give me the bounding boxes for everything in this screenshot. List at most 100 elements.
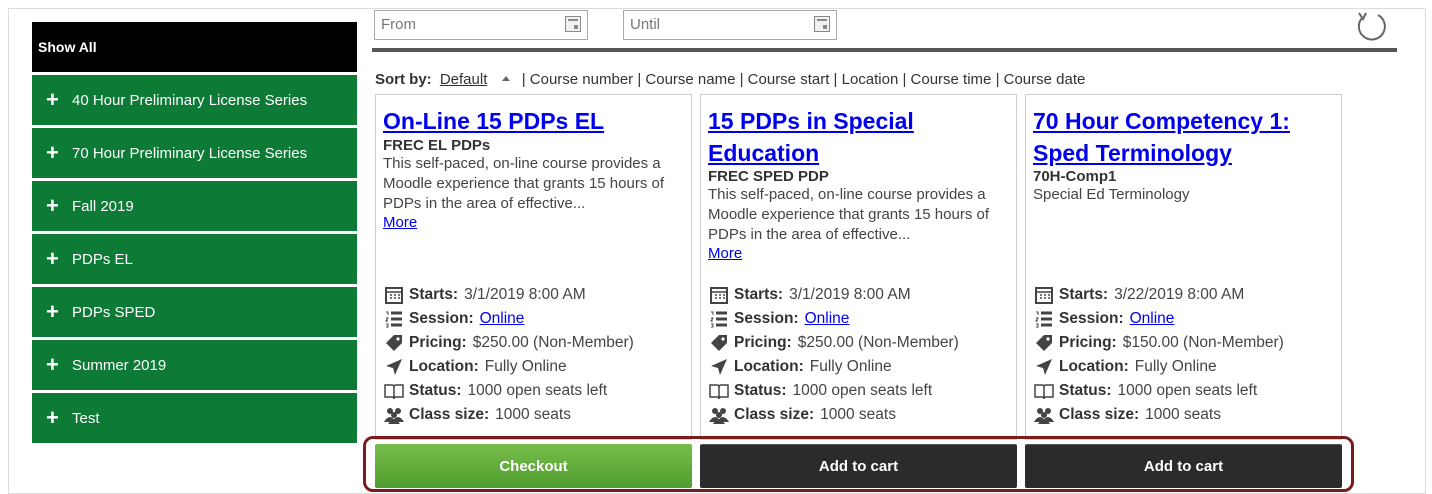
category-summer-2019[interactable]: + Summer 2019 (32, 340, 357, 390)
class-size-value: 1000 seats (820, 406, 896, 423)
calendar-icon[interactable] (565, 16, 581, 32)
session-link[interactable]: Online (805, 310, 850, 328)
course-code: FREC SPED PDP (708, 168, 829, 185)
session-label: Session: (1059, 310, 1124, 327)
plus-icon: + (46, 140, 59, 165)
course-details: Starts: 3/22/2019 8:00 AM Session: Online … (1033, 283, 1284, 427)
users-icon (1033, 406, 1055, 424)
show-all-button[interactable]: Show All (32, 22, 357, 72)
course-card: 15 PDPs in Special Education FREC SPED P… (700, 94, 1017, 440)
sort-options[interactable]: | Course number | Course name | Course s… (522, 71, 1086, 88)
category-label: 70 Hour Preliminary License Series (72, 144, 308, 162)
refresh-icon[interactable] (1354, 10, 1390, 44)
book-icon (1033, 382, 1055, 400)
category-pdps-sped[interactable]: + PDPs SPED (32, 287, 357, 337)
more-link[interactable]: More (708, 245, 1013, 262)
category-label: Test (72, 409, 100, 427)
tag-icon (708, 334, 730, 352)
calendar-icon[interactable] (814, 16, 830, 32)
tag-icon (383, 334, 405, 352)
tag-icon (1033, 334, 1055, 352)
category-70-hour[interactable]: + 70 Hour Preliminary License Series (32, 128, 357, 178)
category-label: Fall 2019 (72, 197, 134, 215)
class-size-value: 1000 seats (495, 406, 571, 423)
course-code: FREC EL PDPs (383, 137, 491, 154)
class-size-label: Class size: (734, 406, 815, 423)
sort-default-link[interactable]: Default (440, 71, 488, 88)
category-test[interactable]: + Test (32, 393, 357, 443)
plus-icon: + (46, 246, 59, 271)
course-title[interactable]: 70 Hour Competency 1: Sped Terminology (1033, 108, 1290, 166)
location-value: Fully Online (484, 358, 567, 375)
location-arrow-icon (1033, 358, 1055, 376)
course-details: Starts: 3/1/2019 8:00 AM Session: Online P… (383, 283, 634, 427)
filter-divider (372, 48, 1397, 52)
calendar-icon (708, 286, 730, 304)
book-icon (383, 382, 405, 400)
starts-value: 3/1/2019 8:00 AM (464, 286, 586, 303)
users-icon (708, 406, 730, 424)
pricing-value: $150.00 (Non-Member) (1122, 334, 1284, 351)
checkout-button[interactable]: Checkout (375, 444, 692, 488)
plus-icon: + (46, 405, 59, 430)
add-to-cart-button[interactable]: Add to cart (1025, 444, 1342, 488)
session-link[interactable]: Online (480, 310, 525, 328)
category-label: PDPs SPED (72, 303, 156, 321)
course-title-link[interactable]: On-Line 15 PDPs EL (383, 105, 683, 137)
course-card: 70 Hour Competency 1: Sped Terminology 7… (1025, 94, 1342, 440)
book-icon (708, 382, 730, 400)
location-value: Fully Online (1134, 358, 1217, 375)
starts-label: Starts: (734, 286, 784, 303)
category-label: Summer 2019 (72, 356, 167, 374)
starts-value: 3/22/2019 8:00 AM (1114, 286, 1245, 303)
category-40-hour[interactable]: + 40 Hour Preliminary License Series (32, 75, 357, 125)
category-sidebar: Show All + 40 Hour Preliminary License S… (32, 22, 357, 443)
pricing-label: Pricing: (734, 334, 792, 351)
plus-icon: + (46, 299, 59, 324)
status-value: 1000 open seats left (467, 382, 608, 399)
starts-label: Starts: (409, 286, 459, 303)
category-fall-2019[interactable]: + Fall 2019 (32, 181, 357, 231)
status-value: 1000 open seats left (792, 382, 933, 399)
pricing-value: $250.00 (Non-Member) (797, 334, 959, 351)
course-title-link[interactable]: 70 Hour Competency 1: Sped Terminology (1033, 105, 1333, 169)
session-link[interactable]: Online (1130, 310, 1175, 328)
sort-ascending-icon (501, 76, 510, 81)
until-date-field[interactable]: Until (623, 10, 837, 40)
course-details: Starts: 3/1/2019 8:00 AM Session: Online P… (708, 283, 959, 427)
status-label: Status: (734, 382, 787, 399)
location-label: Location: (1059, 358, 1129, 375)
from-date-field[interactable]: From (374, 10, 588, 40)
class-size-value: 1000 seats (1145, 406, 1221, 423)
course-title[interactable]: 15 PDPs in Special Education (708, 108, 914, 166)
add-to-cart-button[interactable]: Add to cart (700, 444, 1017, 488)
category-pdps-el[interactable]: + PDPs EL (32, 234, 357, 284)
course-title-link[interactable]: 15 PDPs in Special Education (708, 105, 1008, 169)
status-label: Status: (409, 382, 462, 399)
pricing-label: Pricing: (1059, 334, 1117, 351)
location-arrow-icon (383, 358, 405, 376)
session-label: Session: (409, 310, 474, 327)
sort-bar: Sort by: Default | Course number | Cours… (375, 71, 1085, 88)
location-label: Location: (409, 358, 479, 375)
category-label: 40 Hour Preliminary License Series (72, 91, 308, 109)
location-label: Location: (734, 358, 804, 375)
pricing-value: $250.00 (Non-Member) (472, 334, 634, 351)
class-size-label: Class size: (409, 406, 490, 423)
course-code: 70H-Comp1 (1033, 168, 1117, 185)
from-placeholder: From (381, 16, 416, 33)
starts-value: 3/1/2019 8:00 AM (789, 286, 911, 303)
category-label: PDPs EL (72, 250, 133, 268)
class-size-label: Class size: (1059, 406, 1140, 423)
calendar-icon (383, 286, 405, 304)
more-link[interactable]: More (383, 214, 688, 231)
plus-icon: + (46, 193, 59, 218)
until-placeholder: Until (630, 16, 661, 33)
plus-icon: + (46, 87, 59, 112)
course-description: Special Ed Terminology (1033, 186, 1190, 203)
course-description: This self-paced, on-line course provides… (708, 186, 990, 243)
course-title[interactable]: On-Line 15 PDPs EL (383, 108, 604, 134)
plus-icon: + (46, 352, 59, 377)
sort-label: Sort by: (375, 71, 432, 88)
session-label: Session: (734, 310, 799, 327)
